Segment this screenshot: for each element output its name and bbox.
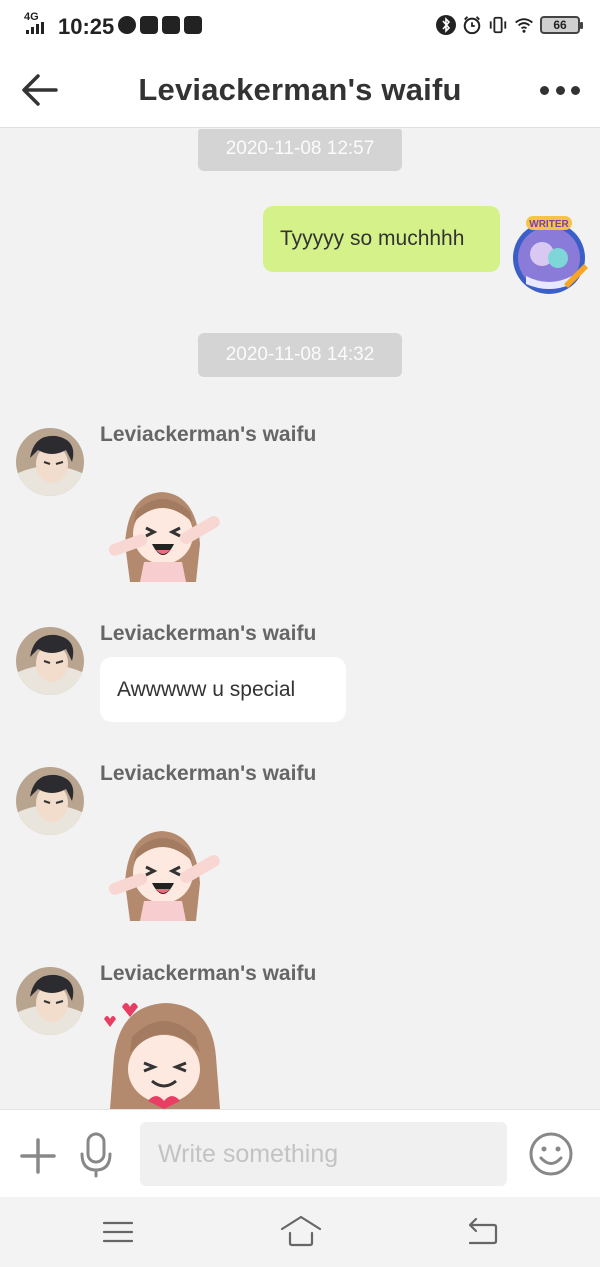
status-time: 10:25 — [58, 14, 115, 39]
contact-avatar[interactable] — [16, 767, 84, 835]
sender-name: Leviackerman's waifu — [100, 423, 317, 446]
sender-name: Leviackerman's waifu — [100, 622, 317, 645]
contact-avatar[interactable] — [16, 967, 84, 1035]
excited-girl-sticker[interactable] — [100, 484, 230, 584]
sender-name: Leviackerman's waifu — [100, 962, 317, 985]
chat-header: Leviackerman's waifu — [0, 54, 600, 128]
contact-avatar[interactable] — [16, 627, 84, 695]
bluetooth-icon — [436, 15, 456, 35]
system-icons: 66 — [436, 14, 583, 36]
plus-icon[interactable] — [18, 1136, 58, 1176]
compass-icon — [118, 16, 136, 34]
status-bar: 4G 10:25 66 — [0, 0, 600, 54]
my-avatar[interactable]: WRITER — [504, 214, 594, 296]
writer-badge: WRITER — [529, 219, 569, 230]
heart-girl-sticker[interactable] — [100, 997, 230, 1109]
menu-icon[interactable] — [100, 1215, 136, 1249]
message-input[interactable] — [140, 1122, 507, 1186]
network-type: 4G — [24, 11, 39, 23]
emoji-icon[interactable] — [528, 1131, 574, 1177]
message-icon — [184, 16, 202, 34]
home-icon[interactable] — [278, 1211, 324, 1251]
battery-icon: 66 — [540, 16, 583, 34]
notification-icons — [118, 16, 202, 34]
excited-girl-sticker[interactable] — [100, 823, 230, 923]
my-message-bubble[interactable]: Tyyyyy so muchhhh — [263, 206, 500, 272]
system-nav-bar — [0, 1197, 600, 1267]
contact-avatar[interactable] — [16, 428, 84, 496]
microphone-icon[interactable] — [76, 1132, 116, 1178]
their-message-bubble[interactable]: Awwwww u special — [100, 657, 346, 722]
mail-icon — [140, 16, 158, 34]
wifi-icon — [515, 18, 533, 33]
back-icon[interactable] — [462, 1215, 502, 1249]
vibrate-icon — [489, 16, 507, 34]
timestamp: 2020-11-08 14:32 — [198, 333, 402, 377]
timestamp: 2020-11-08 12:57 — [198, 129, 402, 171]
youtube-icon — [162, 16, 180, 34]
alarm-icon — [463, 16, 481, 35]
more-dots-icon[interactable] — [540, 82, 580, 98]
signal-icon — [26, 22, 48, 34]
chat-title: Leviackerman's waifu — [138, 72, 462, 107]
message-list[interactable]: 2020-11-08 12:57 Tyyyyy so muchhhh WRITE… — [0, 129, 600, 1109]
message-composer — [0, 1109, 600, 1197]
sender-name: Leviackerman's waifu — [100, 762, 317, 785]
